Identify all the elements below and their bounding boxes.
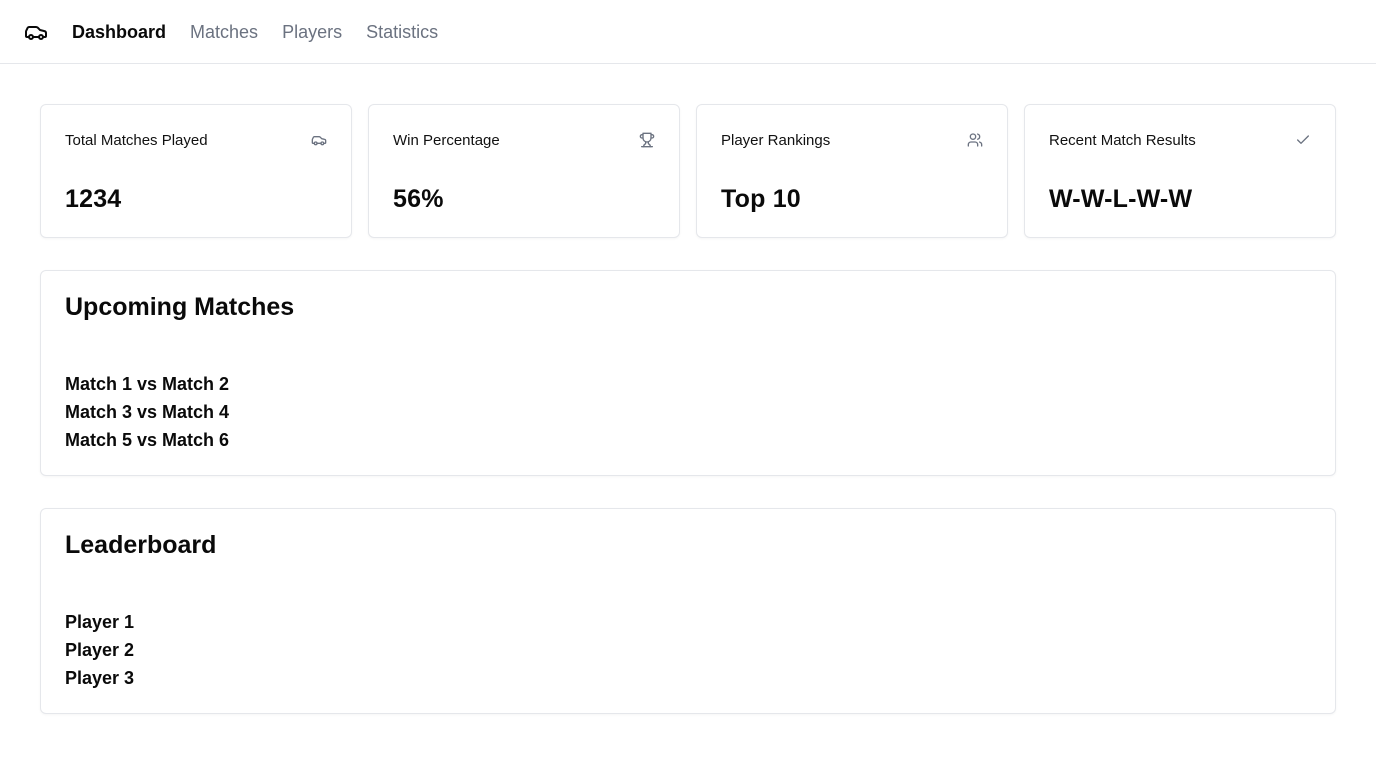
leaderboard-panel: Leaderboard Player 1 Player 2 Player 3 bbox=[40, 508, 1336, 714]
stats-row: Total Matches Played 1234 Win Percentage bbox=[40, 104, 1336, 238]
stat-card-recent-results: Recent Match Results W-W-L-W-W bbox=[1024, 104, 1336, 238]
upcoming-matches-list: Match 1 vs Match 2 Match 3 vs Match 4 Ma… bbox=[65, 370, 1311, 454]
trophy-icon bbox=[639, 132, 655, 148]
stat-card-total-matches: Total Matches Played 1234 bbox=[40, 104, 352, 238]
list-item: Match 3 vs Match 4 bbox=[65, 402, 230, 422]
stat-card-win-percentage: Win Percentage 56% bbox=[368, 104, 680, 238]
main-nav: Dashboard Matches Players Statistics bbox=[72, 0, 438, 64]
stat-title: Total Matches Played bbox=[65, 131, 208, 149]
top-navbar: Dashboard Matches Players Statistics bbox=[0, 0, 1376, 64]
car-icon bbox=[311, 132, 327, 148]
car-icon[interactable] bbox=[24, 20, 48, 44]
nav-matches[interactable]: Matches bbox=[190, 0, 258, 64]
stat-value: Top 10 bbox=[721, 185, 801, 213]
leaderboard-list: Player 1 Player 2 Player 3 bbox=[65, 608, 1311, 692]
list-item: Player 1 bbox=[65, 612, 135, 632]
nav-players[interactable]: Players bbox=[282, 0, 342, 64]
stat-value: 1234 bbox=[65, 185, 122, 213]
stat-value: 56% bbox=[393, 185, 444, 213]
stat-title: Player Rankings bbox=[721, 131, 831, 149]
list-item: Match 1 vs Match 2 bbox=[65, 374, 230, 394]
users-icon bbox=[967, 132, 983, 148]
panel-title: Leaderboard bbox=[65, 531, 217, 559]
nav-statistics[interactable]: Statistics bbox=[366, 0, 438, 64]
nav-dashboard[interactable]: Dashboard bbox=[72, 0, 166, 64]
list-item: Match 5 vs Match 6 bbox=[65, 430, 230, 450]
list-item: Player 3 bbox=[65, 668, 135, 688]
stat-value: W-W-L-W-W bbox=[1049, 185, 1193, 213]
check-icon bbox=[1295, 132, 1311, 148]
stat-title: Win Percentage bbox=[393, 131, 500, 149]
list-item: Player 2 bbox=[65, 640, 135, 660]
panel-title: Upcoming Matches bbox=[65, 293, 295, 321]
dashboard-main: Total Matches Played 1234 Win Percentage bbox=[0, 64, 1376, 714]
stat-card-player-rankings: Player Rankings Top 10 bbox=[696, 104, 1008, 238]
upcoming-matches-panel: Upcoming Matches Match 1 vs Match 2 Matc… bbox=[40, 270, 1336, 476]
stat-title: Recent Match Results bbox=[1049, 131, 1196, 149]
